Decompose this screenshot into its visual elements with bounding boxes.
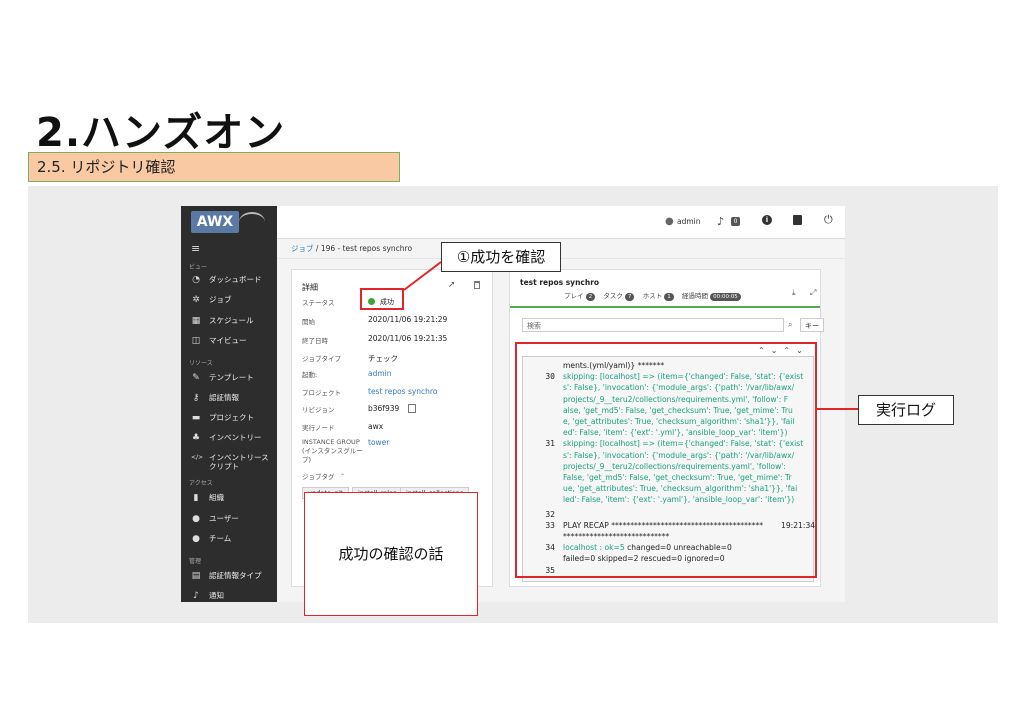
- success-callout: ①成功を確認: [441, 242, 561, 272]
- callout-line-success: [403, 261, 442, 291]
- log-callout: 実行ログ: [858, 395, 954, 425]
- callout-lines: [403, 261, 858, 410]
- note-box: 成功の確認の話: [304, 492, 478, 616]
